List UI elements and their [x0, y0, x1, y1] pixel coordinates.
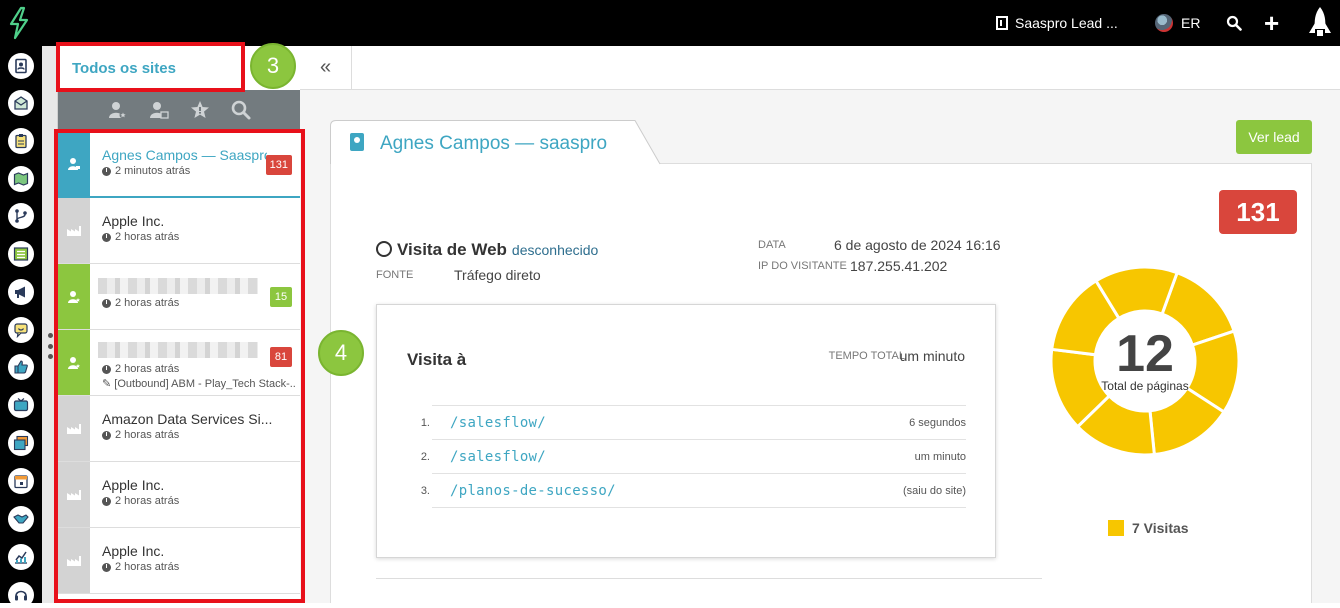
app-nav-rail: [0, 46, 42, 608]
lightning-logo-icon[interactable]: [6, 6, 32, 40]
page-row: 2. /salesflow/ um minuto: [421, 439, 966, 473]
chart-icon: [15, 551, 27, 564]
page-time: 6 segundos: [909, 416, 966, 429]
nav-support[interactable]: [8, 582, 34, 608]
nav-media[interactable]: [8, 392, 34, 418]
nav-email[interactable]: [8, 90, 34, 116]
nav-tasks[interactable]: [8, 128, 34, 154]
ip-value: 187.255.41.202: [850, 258, 948, 274]
add-button[interactable]: +: [1264, 0, 1279, 46]
page-num: 3.: [420, 484, 430, 497]
nav-map[interactable]: [8, 166, 34, 192]
visit-type-heading: Visita de Web desconhecido: [376, 239, 598, 260]
rocket-icon: [1309, 7, 1331, 36]
gallery-icon: [13, 435, 29, 451]
annotation-step-3: 3: [250, 43, 296, 89]
donut-center-value: 12: [1116, 325, 1174, 383]
filter-toolbar: [58, 90, 300, 130]
visit-type: Visita de Web: [397, 240, 507, 259]
section-divider: [376, 578, 1042, 579]
page-link[interactable]: /salesflow/: [440, 415, 909, 431]
nav-social[interactable]: [8, 354, 34, 380]
page-time: um minuto: [914, 450, 966, 463]
view-lead-button[interactable]: Ver lead: [1236, 120, 1312, 154]
page-num: 1.: [420, 416, 430, 429]
nav-chat[interactable]: [8, 317, 34, 343]
calendar-icon: [14, 475, 28, 489]
person-company-icon[interactable]: [147, 99, 169, 121]
visit-type-sub: desconhecido: [511, 242, 599, 258]
nav-lists[interactable]: [8, 241, 34, 267]
annotation-box-3: [56, 42, 245, 92]
total-time-value: um minuto: [899, 348, 965, 364]
company-switcher[interactable]: Saaspro Lead ...: [996, 0, 1118, 46]
collapse-panel-button[interactable]: «: [300, 46, 352, 90]
thumbs-up-icon: [14, 360, 28, 374]
contact-card-icon: [350, 133, 364, 151]
annotation-step-4: 4: [318, 330, 364, 376]
donut-center-label: Total de páginas: [1101, 379, 1188, 393]
page-time: (saiu do site): [903, 484, 966, 497]
nav-contacts[interactable]: [8, 53, 34, 79]
building-icon: [996, 16, 1008, 30]
nav-workflows[interactable]: [8, 203, 34, 229]
user-initials: ER: [1181, 15, 1201, 31]
workflow-icon: [15, 209, 27, 223]
globe-icon: [376, 241, 392, 257]
plus-icon: +: [1264, 7, 1280, 38]
person-star-icon[interactable]: [106, 99, 128, 121]
top-bar: Saaspro Lead ... ER +: [0, 0, 1340, 46]
map-icon: [13, 172, 29, 186]
source-label: FONTE: [376, 269, 414, 281]
page-link[interactable]: /salesflow/: [440, 449, 915, 465]
headset-icon: [15, 590, 27, 601]
search-icon: [1226, 15, 1242, 31]
visits-donut: 12 Total de páginas: [1049, 265, 1241, 457]
search-icon[interactable]: [230, 99, 252, 121]
chat-icon: [14, 323, 28, 338]
source-value: Tráfego direto: [454, 267, 541, 283]
date-label: DATA: [758, 239, 786, 251]
page-row: 3. /planos-de-sucesso/ (saiu do site): [421, 473, 966, 507]
date-value: 6 de agosto de 2024 16:16: [834, 237, 1001, 253]
nav-calendar[interactable]: [8, 468, 34, 494]
tv-icon: [13, 398, 29, 412]
contacts-icon: [15, 58, 27, 74]
nav-assets[interactable]: [8, 430, 34, 456]
company-name: Saaspro Lead ...: [1015, 15, 1118, 31]
clipboard-icon: [15, 134, 27, 149]
list-icon: [13, 247, 29, 261]
lead-tab-title: Agnes Campos — saaspro: [380, 133, 608, 154]
user-avatar-icon: [1155, 14, 1173, 32]
star-badge-icon[interactable]: [189, 99, 211, 121]
global-search-button[interactable]: [1226, 0, 1242, 46]
handshake-icon: [13, 514, 29, 524]
launch-button[interactable]: [1306, 0, 1334, 46]
page-link[interactable]: /planos-de-sucesso/: [440, 483, 903, 499]
nav-deals[interactable]: [8, 506, 34, 532]
donut-legend: 7 Visitas: [1108, 520, 1189, 536]
total-time-label: TEMPO TOTAL: [828, 350, 905, 362]
page-visits-box: Visita à TEMPO TOTAL um minuto 1. /sales…: [376, 304, 996, 558]
nav-campaigns[interactable]: [8, 279, 34, 305]
mail-icon: [14, 96, 28, 110]
ip-label: IP DO VISITANTE: [758, 260, 847, 272]
resize-handle[interactable]: [47, 333, 53, 359]
legend-swatch: [1108, 520, 1124, 536]
page-num: 2.: [420, 450, 430, 463]
annotation-box-4: [54, 129, 305, 603]
page-row: 1. /salesflow/ 6 segundos: [421, 405, 966, 439]
visit-title: Visita à: [407, 350, 467, 369]
user-menu[interactable]: ER: [1155, 0, 1200, 46]
legend-label: 7 Visitas: [1132, 520, 1189, 536]
megaphone-icon: [15, 286, 25, 298]
outer-ring-segment: [1210, 265, 1238, 293]
row-divider: [432, 507, 966, 508]
double-chevron-left-icon: «: [319, 56, 332, 78]
lead-tab[interactable]: Agnes Campos — saaspro: [330, 120, 661, 166]
nav-reports[interactable]: [8, 544, 34, 570]
